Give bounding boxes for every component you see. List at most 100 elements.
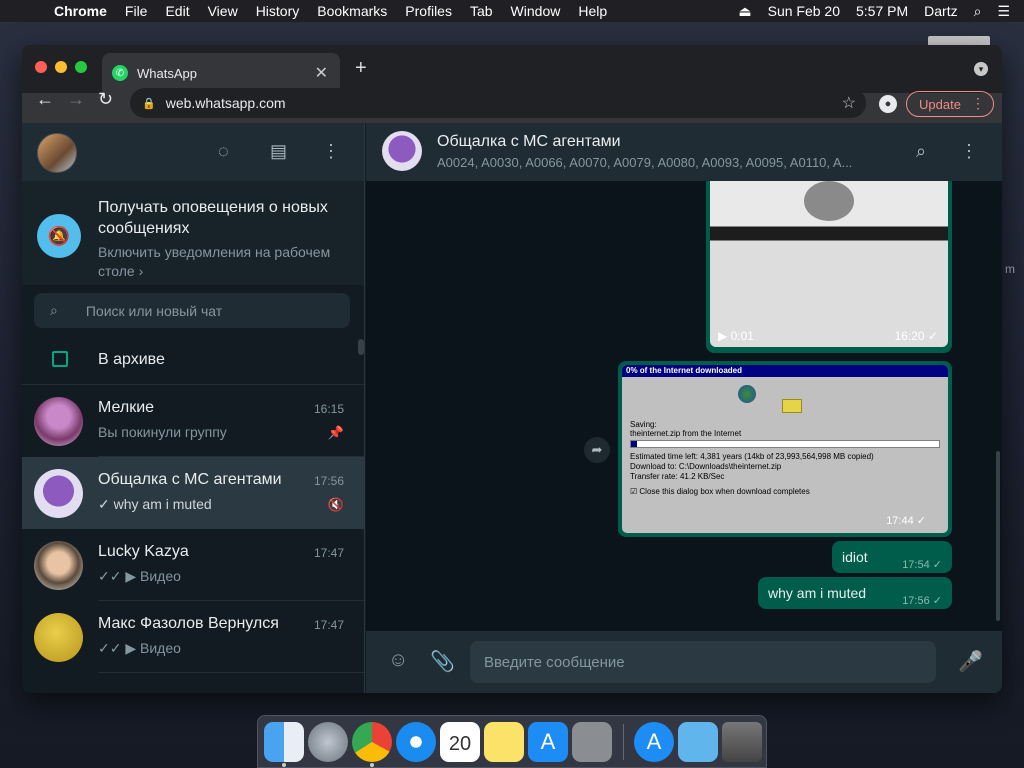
search-placeholder: Поиск или новый чат — [85, 302, 223, 319]
my-avatar[interactable] — [37, 133, 77, 173]
notification-enable-link[interactable]: Включить уведомления на рабочем столе › — [98, 243, 358, 281]
bookmark-star-icon[interactable]: ☆ — [842, 93, 856, 113]
video-thumbnail[interactable]: ▶ 0:01 16:20 ✓ — [710, 181, 948, 347]
message-list[interactable]: ▶ 0:01 16:20 ✓ ➦ 0% of the Internet down… — [366, 181, 1002, 631]
chat-name: Мелкие — [98, 399, 155, 416]
close-window-button[interactable] — [35, 61, 47, 73]
zoom-window-button[interactable] — [75, 61, 87, 73]
microphone-icon[interactable]: 🎤 — [958, 649, 983, 674]
system-preferences-icon[interactable] — [572, 722, 612, 762]
emoji-icon[interactable]: ☺ — [388, 649, 408, 672]
chat-item-melkie[interactable]: Мелкие 16:15 Вы покинули группу 📌 — [22, 385, 364, 457]
video-message[interactable]: ▶ 0:01 16:20 ✓ — [706, 181, 952, 353]
menu-help[interactable]: Help — [578, 3, 607, 19]
search-icon: ⌕ — [50, 302, 58, 318]
conversation-members: A0024, A0030, A0066, A0070, A0079, A0080… — [437, 155, 853, 170]
menu-view[interactable]: View — [208, 3, 238, 19]
menu-bar: Chrome File Edit View History Bookmarks … — [0, 0, 1024, 22]
safari-icon[interactable] — [396, 722, 436, 762]
image-message[interactable]: 0% of the Internet downloaded Saving: th… — [618, 361, 952, 537]
chat-name: Макс Фазолов Вернулся — [98, 615, 279, 632]
archive-label: В архиве — [98, 351, 165, 368]
calendar-icon[interactable]: 20 — [440, 722, 480, 762]
estimated-time: Estimated time left: 4,381 years (14kb o… — [630, 452, 874, 461]
chat-item-obshchalka[interactable]: Общалка с МС агентами 17:56 ✓ why am i m… — [22, 457, 364, 529]
menu-file[interactable]: File — [125, 3, 148, 19]
forward-arrow-icon[interactable]: → — [67, 89, 85, 110]
status-icon[interactable]: ◌ — [218, 141, 229, 162]
finder-icon[interactable] — [264, 722, 304, 762]
message-time: 17:44 ✓ — [886, 515, 926, 527]
menubar-user[interactable]: Dartz — [924, 3, 957, 19]
conversation-title: Общалка с МС агентами — [437, 133, 621, 150]
profile-avatar-icon[interactable]: ● — [879, 95, 897, 113]
download-to: Download to: C:\Downloads\theinternet.zi… — [630, 462, 782, 471]
lock-icon[interactable]: 🔒 — [142, 97, 156, 110]
conversation-menu-icon[interactable]: ⋮ — [960, 141, 978, 162]
conversation-header[interactable]: Общалка с МС агентами A0024, A0030, A006… — [366, 123, 1002, 181]
message-text: idiot — [842, 549, 868, 565]
message-input[interactable]: Введите сообщение — [470, 641, 936, 683]
menu-history[interactable]: History — [256, 3, 300, 19]
chat-item-maks[interactable]: Макс Фазолов Вернулся 17:47 ✓✓ ▶ Видео — [22, 601, 364, 673]
play-icon[interactable] — [804, 181, 854, 221]
search-input[interactable]: ⌕ Поиск или новый чат — [34, 293, 350, 328]
sidebar-menu-icon[interactable]: ⋮ — [322, 141, 340, 162]
tab-whatsapp[interactable]: ✆ WhatsApp ✕ — [102, 53, 340, 93]
group-avatar[interactable] — [382, 131, 422, 171]
chat-item-lucky-kazya[interactable]: Lucky Kazya 17:47 ✓✓ ▶ Видео — [22, 529, 364, 601]
spotlight-search-icon[interactable]: ⌕ — [974, 3, 982, 20]
menu-edit[interactable]: Edit — [165, 3, 189, 19]
chrome-menu-icon[interactable]: ⋮ — [971, 95, 985, 112]
notification-banner[interactable]: 🔕 Получать оповещения о новых сообщениях… — [22, 181, 364, 285]
notes-icon[interactable] — [484, 722, 524, 762]
whatsapp-favicon-icon: ✆ — [112, 65, 128, 81]
eject-icon[interactable]: ⏏ — [738, 3, 751, 20]
forward-icon[interactable]: ➦ — [584, 437, 610, 463]
chat-time: 17:47 — [313, 618, 344, 632]
desktop-file-label: m — [1005, 262, 1015, 276]
search-area: ⌕ Поиск или новый чат — [22, 285, 364, 337]
chrome-icon[interactable] — [352, 722, 392, 762]
address-bar[interactable]: 🔒 web.whatsapp.com ☆ — [130, 88, 866, 118]
pin-icon: 📌 — [327, 425, 344, 440]
reload-icon[interactable]: ↻ — [98, 89, 113, 110]
sidebar-scrollbar[interactable] — [358, 339, 364, 355]
app-store-downloads-icon[interactable]: A — [634, 722, 674, 762]
running-indicator — [370, 763, 374, 767]
back-arrow-icon[interactable]: ← — [36, 89, 54, 110]
menu-profiles[interactable]: Profiles — [405, 3, 452, 19]
new-tab-button[interactable]: + — [355, 57, 367, 80]
messages-scrollbar[interactable] — [996, 451, 1000, 621]
outgoing-message[interactable]: idiot 17:54 ✓ — [832, 541, 952, 573]
launchpad-icon[interactable] — [308, 722, 348, 762]
browser-toolbar: ← → ↻ 🔒 web.whatsapp.com ☆ ● Update ⋮ — [22, 88, 1002, 123]
archived-chats[interactable]: В архиве — [22, 337, 364, 385]
downloads-folder-icon[interactable] — [678, 722, 718, 762]
new-chat-icon[interactable]: ▤ — [270, 141, 287, 162]
outgoing-message[interactable]: why am i muted 17:56 ✓ — [758, 577, 952, 609]
menubar-date[interactable]: Sun Feb 20 — [768, 3, 840, 19]
minimize-window-button[interactable] — [55, 61, 67, 73]
menubar-time[interactable]: 5:57 PM — [856, 3, 908, 19]
attach-icon[interactable]: 📎 — [430, 649, 455, 674]
search-messages-icon[interactable]: ⌕ — [916, 141, 926, 162]
trash-icon[interactable] — [722, 722, 762, 762]
tab-search-icon[interactable]: ▾ — [974, 62, 988, 76]
checkbox-label: Close this dialog box when download comp… — [639, 487, 810, 496]
chat-preview: ✓✓ ▶ Видео — [98, 568, 181, 584]
menu-tab[interactable]: Tab — [470, 3, 493, 19]
close-dialog-checkbox: ☑ Close this dialog box when download co… — [630, 487, 810, 496]
bell-off-icon: 🔕 — [37, 214, 81, 258]
close-tab-icon[interactable]: ✕ — [315, 63, 328, 83]
menu-bookmarks[interactable]: Bookmarks — [317, 3, 387, 19]
update-button[interactable]: Update ⋮ — [906, 91, 994, 117]
app-store-icon[interactable]: A — [528, 722, 568, 762]
image-content[interactable]: 0% of the Internet downloaded Saving: th… — [622, 365, 948, 533]
avatar — [34, 397, 83, 446]
chat-name: Общалка с МС агентами — [98, 471, 282, 488]
menu-app-chrome[interactable]: Chrome — [54, 3, 107, 19]
control-center-icon[interactable]: ☰ — [997, 3, 1010, 20]
menu-window[interactable]: Window — [511, 3, 561, 19]
update-label: Update — [919, 96, 961, 112]
